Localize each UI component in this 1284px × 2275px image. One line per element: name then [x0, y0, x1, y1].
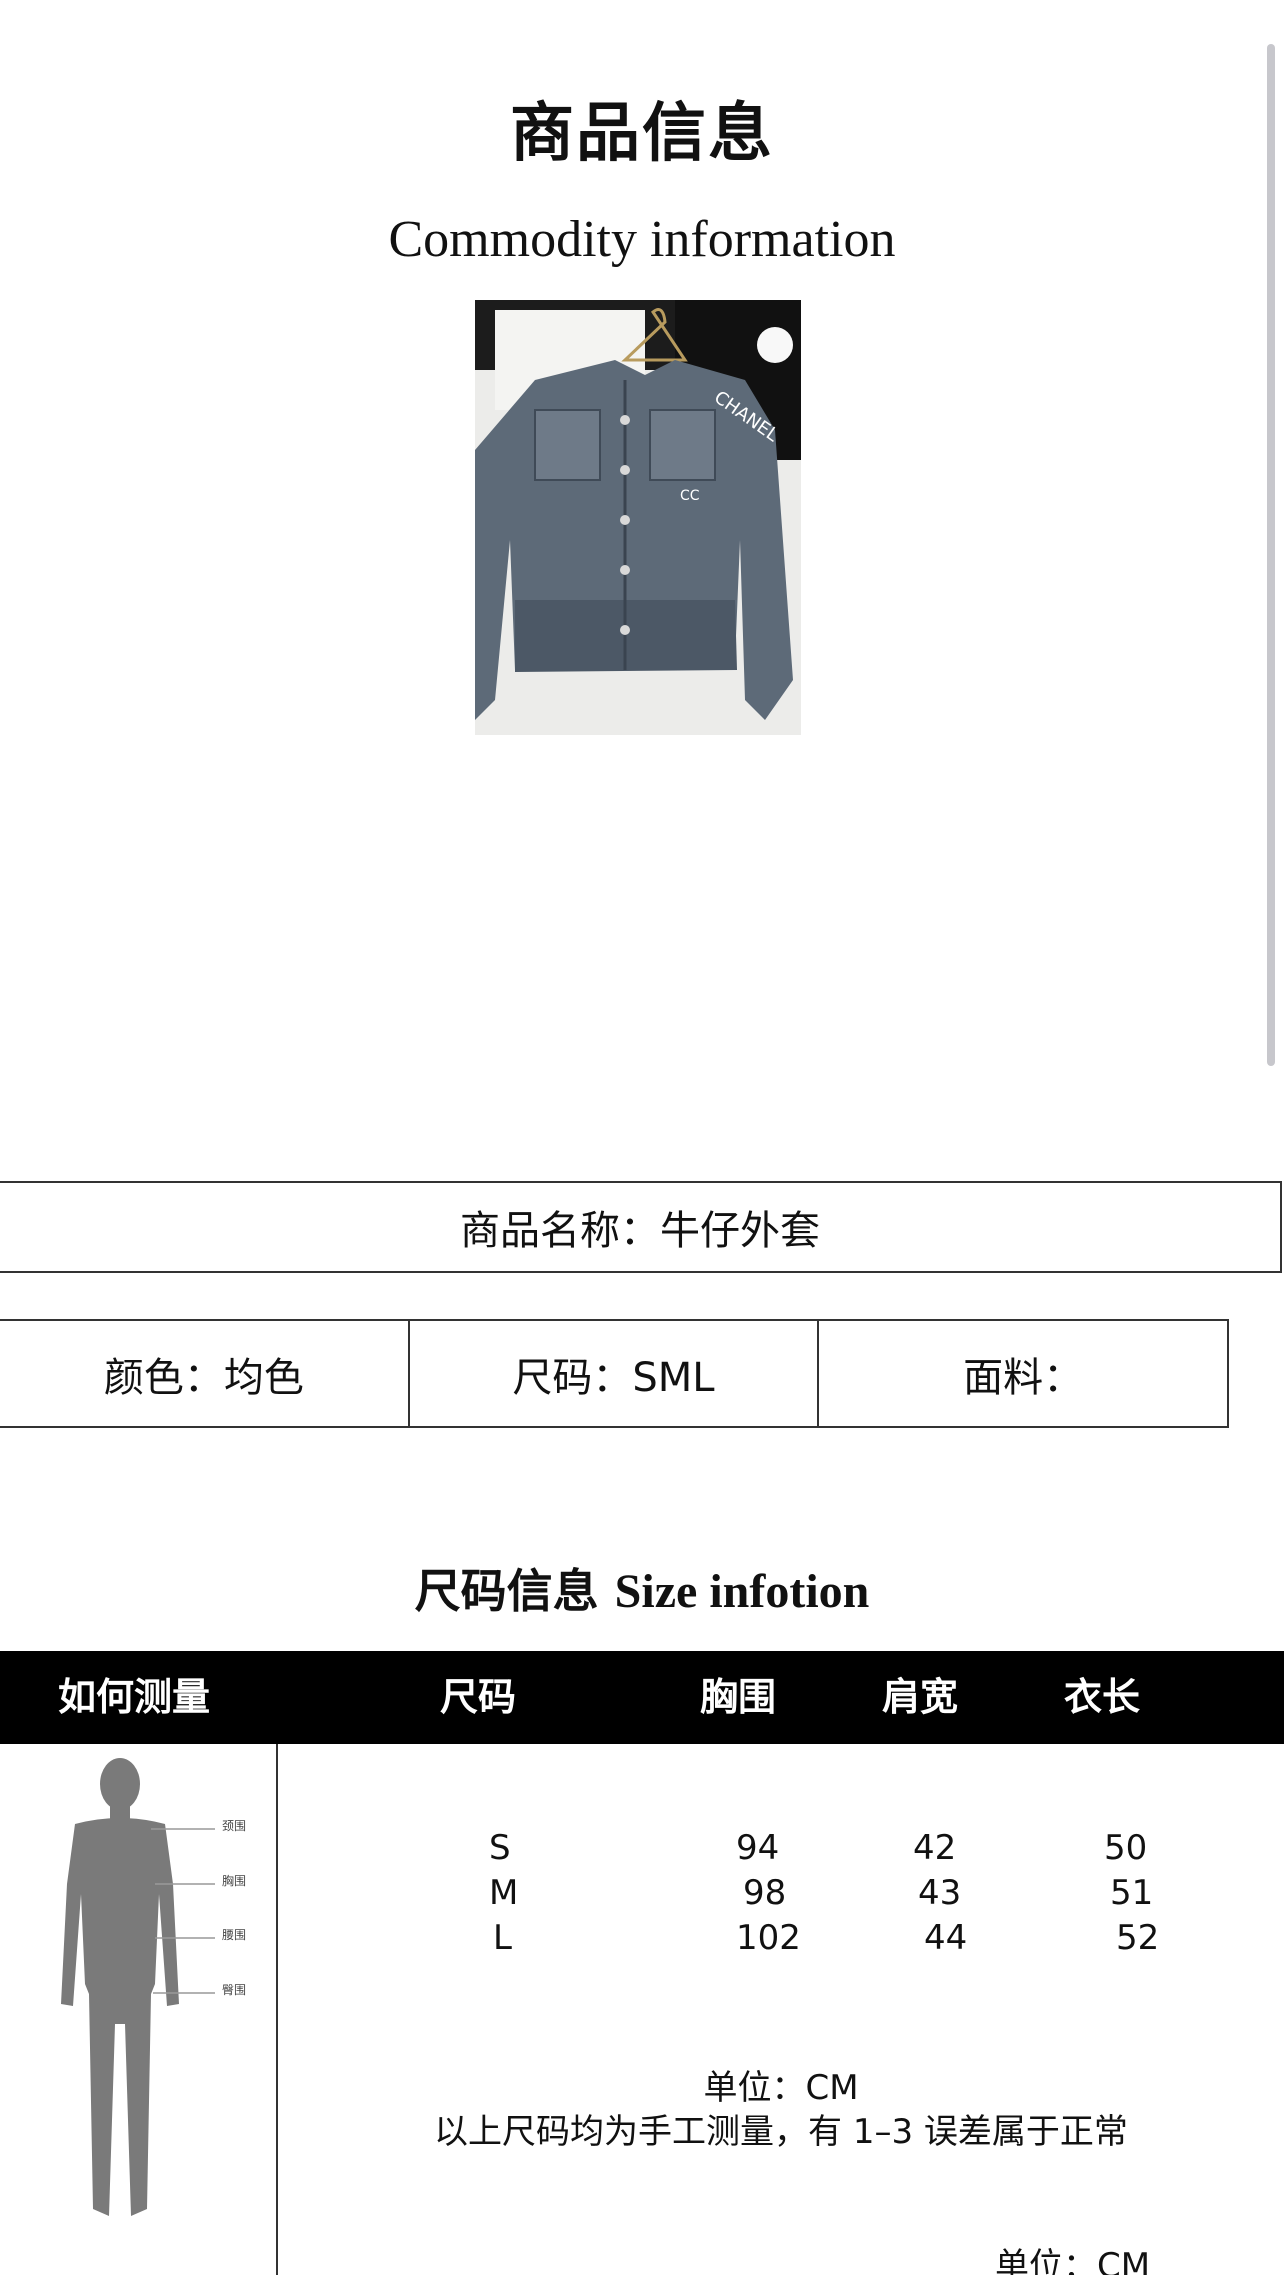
- page-title: 商品信息: [510, 97, 774, 171]
- fabric-cell: 面料：: [963, 1354, 1084, 1401]
- label-chest: 胸围: [222, 1874, 247, 1888]
- row-l-shoulder: 44: [924, 1918, 968, 1958]
- row-m-size: M: [489, 1873, 519, 1913]
- product-name-box: 商品名称：牛仔外套: [0, 1181, 1282, 1273]
- col-how-to-measure: 如何测量: [58, 1675, 211, 1719]
- row-s-length: 50: [1104, 1828, 1148, 1868]
- label-waist: 腰围: [222, 1928, 247, 1942]
- size-title-cn: 尺码信息: [414, 1564, 599, 1618]
- product-photo: CC CHANEL: [475, 300, 801, 735]
- measurement-error-note: 以上尺码均为手工测量，有 1–3 误差属于正常: [434, 2112, 1128, 2152]
- row-m-length: 51: [1110, 1873, 1154, 1913]
- unit-note-bottom: 单位：CM: [995, 2246, 1151, 2275]
- col-length: 衣长: [1064, 1675, 1141, 1719]
- col-shoulder: 肩宽: [882, 1675, 959, 1719]
- col-chest: 胸围: [700, 1675, 777, 1719]
- svg-text:CC: CC: [680, 488, 700, 504]
- measure-guide: 颈围 胸围 腰围 臀围: [0, 1744, 278, 2275]
- label-hip: 臀围: [222, 1983, 247, 1997]
- row-l-length: 52: [1116, 1918, 1160, 1958]
- row-l-size: L: [493, 1918, 512, 1958]
- unit-note: 单位：CM: [703, 2068, 859, 2108]
- size-table-header: 如何测量 尺码 胸围 肩宽 衣长: [0, 1651, 1284, 1744]
- label-neck: 颈围: [222, 1819, 247, 1833]
- row-s-shoulder: 42: [913, 1828, 957, 1868]
- size-section-title: 尺码信息 Size infotion: [0, 1555, 1284, 1621]
- row-l-chest: 102: [736, 1918, 801, 1958]
- product-attributes-row: 颜色：均色 尺码：SML 面料：: [0, 1319, 1229, 1428]
- row-m-chest: 98: [743, 1873, 787, 1913]
- page-subtitle: Commodity information: [388, 211, 896, 268]
- row-m-shoulder: 43: [918, 1873, 962, 1913]
- col-size: 尺码: [440, 1675, 517, 1719]
- row-s-chest: 94: [736, 1828, 780, 1868]
- size-title-en: Size infotion: [614, 1565, 870, 1618]
- row-s-size: S: [489, 1828, 511, 1868]
- page-scrollbar[interactable]: [1267, 44, 1275, 1066]
- color-cell: 颜色：均色: [0, 1321, 410, 1426]
- size-cell: 尺码：SML: [410, 1321, 820, 1426]
